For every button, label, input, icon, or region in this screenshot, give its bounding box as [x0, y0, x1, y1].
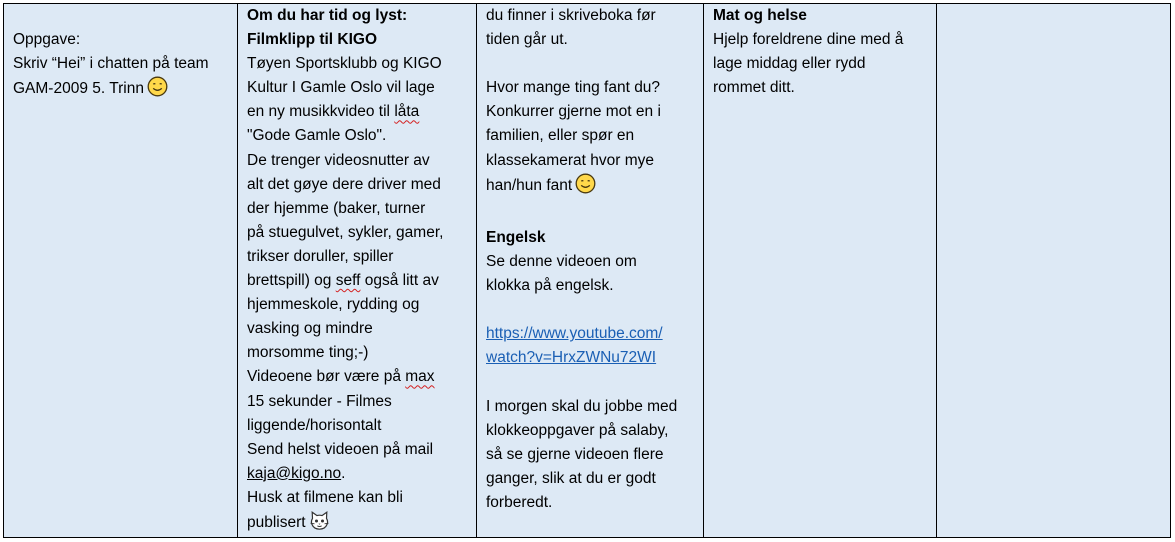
task-text-line-1: Skriv “Hei” i chatten på team	[13, 55, 209, 73]
text-line: så se gjerne videoen flere	[486, 445, 664, 463]
text-line: ganger, slik at du er godt	[486, 469, 656, 487]
task-text-line-2: GAM-2009 5. Trinn	[13, 76, 228, 105]
text-line: tiden går ut.	[486, 31, 568, 49]
text-line: på stuegulvet, sykler, gamer,	[247, 223, 444, 241]
text-line: I morgen skal du jobbe med	[486, 397, 678, 415]
text-line: trikser doruller, spiller	[247, 247, 394, 265]
text-line: 15 sekunder - Filmes	[247, 392, 392, 410]
spellcheck-word: max	[405, 368, 435, 386]
film-clip-heading: Filmklipp til KIGO	[247, 31, 378, 49]
text-line: morsomme ting;-)	[247, 344, 369, 362]
text-line: publisert	[247, 510, 467, 537]
task-cell: Oppgave: Skriv “Hei” i chatten på team G…	[4, 4, 238, 537]
text-line: Husk at filmene kan bli	[247, 488, 403, 506]
optional-heading: Om du har tid og lyst:	[247, 7, 408, 24]
smiley-face-icon	[575, 173, 596, 202]
spellcheck-word: låta	[394, 103, 420, 121]
text-line: Hjelp foreldrene dine med å	[713, 31, 904, 49]
text-line: brettspill) og seff også litt av	[247, 272, 439, 290]
empty-cell	[937, 4, 1170, 537]
text-line: klokka på engelsk.	[486, 277, 614, 295]
text-line: Tøyen Sportsklubb og KIGO	[247, 55, 442, 73]
food-health-cell: Mat og helse Hjelp foreldrene dine med å…	[704, 4, 937, 537]
text-line: hjemmeskole, rydding og	[247, 296, 420, 314]
task-label: Oppgave:	[13, 31, 81, 49]
email-address[interactable]: kaja@kigo.no	[247, 465, 341, 482]
text-line: forberedt.	[486, 493, 553, 511]
english-heading: Engelsk	[486, 228, 546, 246]
text-line: Se denne videoen om	[486, 252, 637, 270]
film-clip-cell: Om du har tid og lyst: Filmklipp til KIG…	[238, 4, 477, 537]
text-line: Hvor mange ting fant du?	[486, 79, 661, 97]
text-line: rommet ditt.	[713, 79, 795, 97]
text-line: du finner i skriveboka før	[486, 7, 656, 24]
youtube-link[interactable]: watch?v=HrxZWNu72WI	[486, 346, 694, 370]
text-line: Konkurrer gjerne mot en i	[486, 103, 661, 121]
weekly-plan-table: Oppgave: Skriv “Hei” i chatten på team G…	[3, 3, 1171, 538]
spellcheck-word: seff	[335, 272, 361, 290]
text-line: klassekamerat hvor mye	[486, 151, 654, 169]
text-line: De trenger videosnutter av	[247, 151, 430, 169]
text-line: familien, eller spør en	[486, 127, 635, 145]
food-health-heading: Mat og helse	[713, 7, 807, 24]
text-line: liggende/horisontalt	[247, 416, 382, 434]
text-line: vasking og mindre	[247, 320, 373, 338]
smiley-face-icon	[147, 76, 168, 105]
english-cell: du finner i skriveboka før tiden går ut.…	[477, 4, 704, 537]
text-line: han/hun fant	[486, 173, 694, 202]
text-line: der hjemme (baker, turner	[247, 199, 426, 217]
text-line: lage middag eller rydd	[713, 55, 866, 73]
text-line: kaja@kigo.no.	[247, 464, 346, 482]
text-line: "Gode Gamle Oslo".	[247, 127, 387, 145]
youtube-link[interactable]: https://www.youtube.com/	[486, 322, 694, 346]
text-line: en ny musikkvideo til låta	[247, 103, 420, 121]
text-line: Videoene bør være på max	[247, 368, 435, 386]
cat-face-icon	[309, 510, 330, 537]
text-line: Send helst videoen på mail	[247, 440, 434, 458]
text-line: Kultur I Gamle Oslo vil lage	[247, 79, 435, 97]
text-line: alt det gøye dere driver med	[247, 175, 441, 193]
text-line: klokkeoppgaver på salaby,	[486, 421, 669, 439]
